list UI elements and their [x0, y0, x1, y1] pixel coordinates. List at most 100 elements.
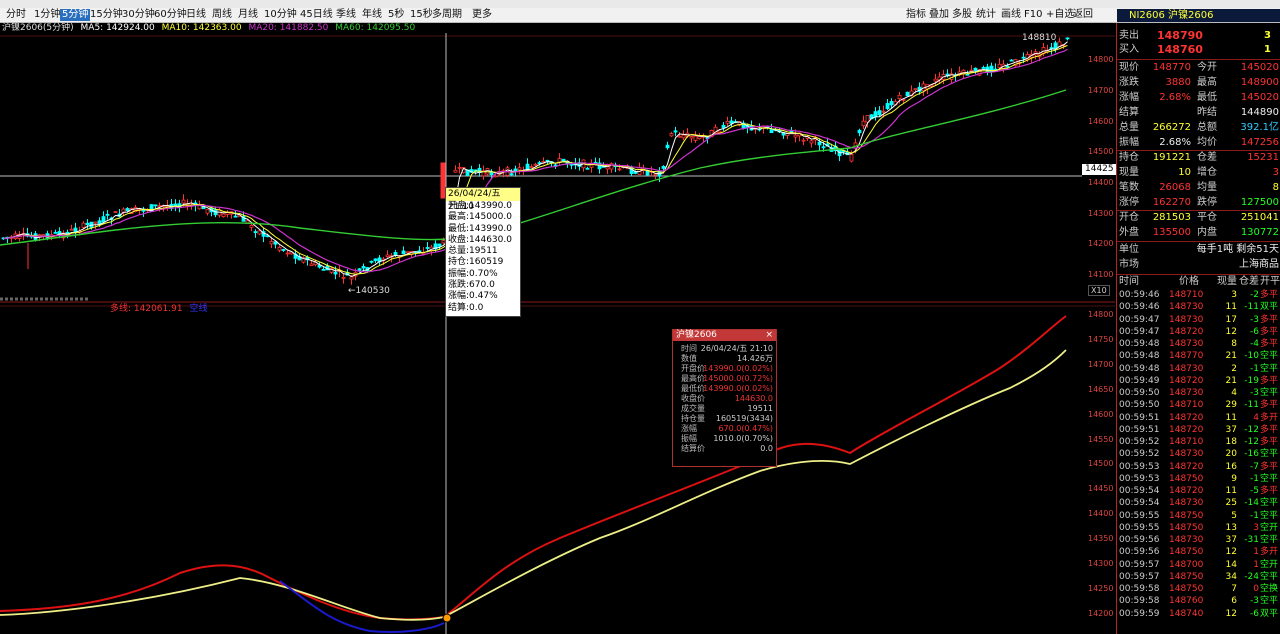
close-icon[interactable]: ×: [765, 330, 773, 341]
tick-cell: 00:59:46: [1119, 302, 1160, 313]
quote-value: 148900: [1240, 77, 1279, 88]
sell-label: 卖出: [1119, 30, 1139, 41]
detail-key: 数值: [681, 354, 697, 363]
candle-body: [493, 175, 498, 178]
quote-label: 持仓: [1119, 152, 1139, 163]
candle-body: [221, 213, 226, 218]
tick-cell: 148710: [1169, 400, 1204, 411]
market-label: 市场: [1119, 259, 1139, 270]
toolbar-button[interactable]: 返回: [1073, 9, 1093, 21]
low-marker: ←140530: [348, 286, 390, 296]
candle-body: [653, 173, 658, 176]
period-tab[interactable]: 15分钟: [90, 9, 123, 21]
tick-row: 00:59:47 148730 17 -3 多平: [1117, 314, 1280, 326]
tick-row: 00:59:58 148750 7 0 空换: [1117, 583, 1280, 595]
quote-value: 15231: [1247, 152, 1279, 163]
tick-cell: 空平: [1260, 510, 1279, 521]
period-tab[interactable]: 10分钟: [264, 9, 297, 21]
toolbar-button[interactable]: 统计: [976, 9, 996, 21]
detail-value: 670.0(0.47%): [718, 424, 773, 433]
toolbar-button[interactable]: 画线: [1001, 9, 1021, 21]
detail-row: 时间 26/04/24/五 21:10: [673, 344, 776, 354]
tick-cell: 多平: [1260, 486, 1279, 496]
period-tab[interactable]: 1分钟: [34, 9, 60, 21]
tick-cell: 148720: [1169, 461, 1204, 472]
tick-header: 现量: [1217, 276, 1237, 287]
period-tab[interactable]: 15秒: [410, 9, 433, 21]
tick-cell: 00:59:48: [1119, 339, 1160, 349]
toolbar-button[interactable]: +自选: [1046, 9, 1074, 21]
tick-cell: 11: [1225, 302, 1237, 313]
period-tab[interactable]: 5分钟: [60, 9, 91, 21]
tick-cell: 148750: [1169, 584, 1204, 594]
detail-value: 14.426万: [737, 354, 773, 363]
tooltip-row: 收盘:144630.0: [448, 234, 512, 245]
candle-body: [693, 135, 698, 141]
tick-cell: 00:59:51: [1119, 412, 1160, 423]
tick-cell: 148720: [1169, 424, 1204, 435]
period-tab[interactable]: 月线: [238, 9, 258, 21]
quote-label: 增仓: [1197, 167, 1217, 178]
candle-body: [545, 159, 550, 162]
period-tab[interactable]: 分时: [6, 9, 26, 21]
tick-cell: 3: [1253, 522, 1259, 533]
candle-body: [125, 208, 130, 212]
kline-chart-area[interactable]: 沪镍2606(5分钟) MA5: 142924.00 MA10: 142363.…: [0, 23, 1115, 634]
high-value: 148810: [1022, 33, 1057, 43]
candle-body: [405, 251, 410, 254]
toolbar-button[interactable]: 指标: [906, 9, 926, 21]
period-tab[interactable]: 5秒: [388, 9, 404, 21]
tick-cell: 7: [1231, 584, 1237, 594]
cross-marker: [442, 613, 452, 623]
toolbar-button[interactable]: 多股: [952, 9, 972, 21]
panel-divider: [1117, 241, 1280, 242]
tick-row: 00:59:51 148720 11 4 多开: [1117, 412, 1280, 424]
candle-body: [769, 129, 774, 134]
period-tab[interactable]: 周线: [212, 9, 232, 21]
quote-label: 外盘: [1119, 227, 1139, 238]
tick-cell: -12: [1244, 437, 1259, 447]
period-tab[interactable]: 45日线: [300, 9, 333, 21]
tick-cell: 空平: [1260, 498, 1279, 509]
tick-cell: 1: [1253, 547, 1259, 558]
quote-label: 开仓: [1119, 212, 1139, 223]
lower-axis-label: 14500: [1088, 459, 1114, 469]
tick-cell: 148750: [1169, 473, 1204, 484]
quote-value: 3880: [1165, 77, 1191, 88]
tick-cell: -3: [1250, 596, 1259, 607]
period-tab[interactable]: 多周期: [432, 9, 462, 21]
period-tab[interactable]: 更多: [472, 9, 492, 21]
tick-cell: 多平: [1260, 375, 1279, 386]
tick-cell: -24: [1244, 571, 1259, 582]
period-tab[interactable]: 季线: [336, 9, 356, 21]
tooltip-row: 结算:0.0: [448, 302, 484, 313]
period-tab[interactable]: 60分钟: [154, 9, 187, 21]
quote-value: 2.68%: [1159, 92, 1191, 103]
ma5-line: [3, 41, 1068, 278]
detail-key: 持仓量: [681, 414, 705, 423]
quote-value: 135500: [1152, 227, 1191, 238]
toolbar-button[interactable]: F10: [1024, 9, 1042, 21]
candle-body: [881, 110, 886, 113]
tick-cell: 多平: [1260, 326, 1279, 337]
quote-label: 跌停: [1197, 197, 1217, 208]
tick-cell: 148730: [1169, 339, 1204, 349]
candle-body: [537, 162, 542, 164]
detail-key: 振幅: [681, 434, 697, 443]
candle-body: [617, 168, 622, 171]
quote-value: 127500: [1240, 197, 1279, 208]
tick-cell: 148720: [1169, 375, 1204, 386]
toolbar-button[interactable]: 叠加: [929, 9, 949, 21]
lower-axis-label: 14200: [1088, 608, 1114, 618]
quote-label: 仓差: [1197, 152, 1217, 163]
candle-body: [81, 222, 86, 228]
period-tab[interactable]: 日线: [186, 9, 206, 21]
tick-cell: 148730: [1169, 449, 1204, 460]
bar-detail-popup[interactable]: 沪镍2606 × 时间 26/04/24/五 21:10 数值 14.426万 开盘价 1…: [672, 329, 777, 467]
candle-body: [1021, 56, 1026, 59]
period-tab[interactable]: 年线: [362, 9, 382, 21]
tick-cell: 多平: [1260, 339, 1279, 349]
candle-body: [69, 228, 74, 231]
tick-cell: 多平: [1260, 424, 1279, 435]
period-tab[interactable]: 30分钟: [122, 9, 155, 21]
